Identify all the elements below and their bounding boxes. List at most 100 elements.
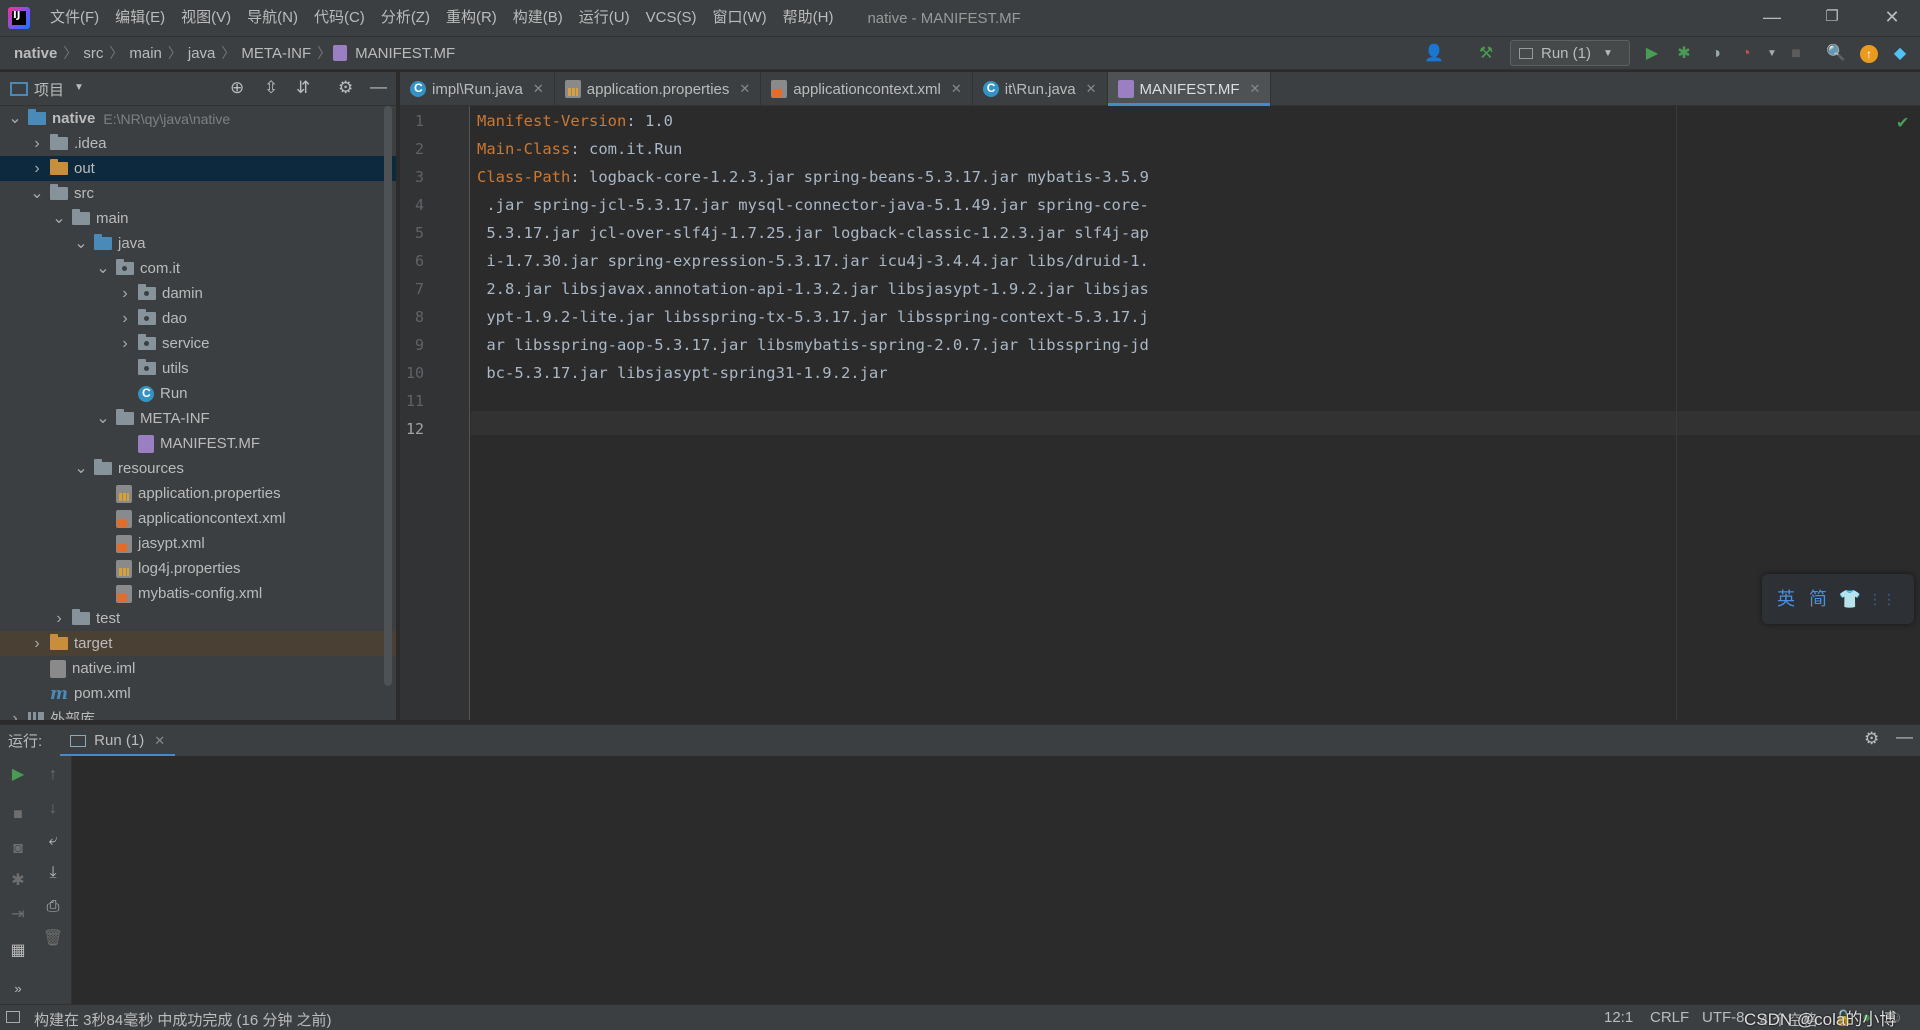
status-message[interactable]: 构建在 3秒84毫秒 中成功完成 (16 分钟 之前) <box>34 1009 332 1030</box>
tree-item[interactable]: ⌄ resources <box>0 456 396 481</box>
tree-item[interactable]: › .idea <box>0 131 396 156</box>
close-icon[interactable]: ✕ <box>154 733 165 749</box>
close-icon[interactable]: ✕ <box>951 81 962 97</box>
code-line[interactable]: ypt-1.9.2-lite.jar libsspring-tx-5.3.17.… <box>477 308 1149 326</box>
chevron-down-icon[interactable]: ⌄ <box>96 410 110 426</box>
locate-file-icon[interactable]: ⊕ <box>230 78 244 98</box>
no-problems-check-icon[interactable]: ✔ <box>1896 113 1909 133</box>
tree-item[interactable]: mybatis-config.xml <box>0 581 396 606</box>
run-tab[interactable]: Run (1) ✕ <box>60 725 176 757</box>
code-line[interactable]: .jar spring-jcl-5.3.17.jar mysql-connect… <box>477 196 1149 214</box>
more-icon[interactable]: » <box>7 978 29 1000</box>
chevron-down-icon[interactable]: ⌄ <box>74 460 88 476</box>
run-config-dropdown[interactable]: Run (1) ▼ <box>1510 40 1630 66</box>
chevron-right-icon[interactable]: › <box>8 710 22 720</box>
tree-item[interactable]: ⌄ native E:\NR\qy\java\native <box>0 106 396 131</box>
menu-window[interactable]: 窗口(W) <box>704 0 774 36</box>
breadcrumb-main[interactable]: main <box>125 45 166 62</box>
menu-edit[interactable]: 编辑(E) <box>107 0 173 36</box>
chevron-right-icon[interactable]: › <box>30 635 44 651</box>
tab-application-properties[interactable]: application.properties ✕ <box>555 72 762 106</box>
gear-icon[interactable]: ⚙ <box>1864 729 1879 749</box>
print-icon[interactable]: ⎙ <box>42 896 64 918</box>
breadcrumb-manifest[interactable]: MANIFEST.MF <box>351 45 459 62</box>
menu-analyze[interactable]: 分析(Z) <box>373 0 438 36</box>
tree-item[interactable]: ⌄ main <box>0 206 396 231</box>
run-console[interactable] <box>72 756 1920 1004</box>
close-icon[interactable]: ✕ <box>1250 81 1261 97</box>
tree-item[interactable]: › target <box>0 631 396 656</box>
gear-icon[interactable]: ⚙ <box>338 78 353 98</box>
tree-item[interactable]: › damin <box>0 281 396 306</box>
debug-settings-icon[interactable]: ✱ <box>7 870 29 892</box>
chevron-right-icon[interactable]: › <box>30 160 44 176</box>
menu-vcs[interactable]: VCS(S) <box>638 0 705 36</box>
menu-navigate[interactable]: 导航(N) <box>239 0 306 36</box>
breadcrumb-meta-inf[interactable]: META-INF <box>237 45 315 62</box>
tree-item[interactable]: log4j.properties <box>0 556 396 581</box>
trash-icon[interactable]: 🗑 <box>42 928 64 950</box>
tree-item[interactable]: › out <box>0 156 396 181</box>
menu-build[interactable]: 构建(B) <box>505 0 571 36</box>
tree-item[interactable]: Run <box>0 381 396 406</box>
caret-position[interactable]: 12:1 <box>1604 1009 1633 1026</box>
user-account-icon[interactable]: 👤 <box>1424 44 1444 64</box>
jetbrains-toolbox-icon[interactable]: ◆ <box>1890 44 1910 64</box>
tree-item[interactable]: ⌄ com.it <box>0 256 396 281</box>
tab-it-run-java[interactable]: it\Run.java ✕ <box>973 72 1108 106</box>
tree-item[interactable]: utils <box>0 356 396 381</box>
chevron-right-icon[interactable]: › <box>52 610 66 626</box>
expand-all-icon[interactable]: ⇳ <box>264 78 278 98</box>
hide-panel-icon[interactable]: — <box>1896 727 1913 747</box>
tab-manifest-mf[interactable]: MANIFEST.MF ✕ <box>1107 72 1272 106</box>
breadcrumb-native[interactable]: native <box>10 45 61 62</box>
tree-item[interactable]: ⌄ src <box>0 181 396 206</box>
breadcrumb-java[interactable]: java <box>184 45 220 62</box>
line-separator[interactable]: CRLF <box>1650 1009 1689 1026</box>
tree-item[interactable]: › test <box>0 606 396 631</box>
stop-icon[interactable]: ■ <box>7 804 29 826</box>
chevron-down-icon[interactable]: ⌄ <box>30 185 44 201</box>
tree-item[interactable]: ⌄ META-INF <box>0 406 396 431</box>
code-line[interactable]: 5.3.17.jar jcl-over-slf4j-1.7.25.jar log… <box>477 224 1149 242</box>
layout-icon[interactable]: ▦ <box>7 940 29 962</box>
chevron-right-icon[interactable]: › <box>118 310 132 326</box>
chevron-down-icon[interactable]: ⌄ <box>52 210 66 226</box>
chevron-down-icon[interactable]: ▼ <box>74 82 84 93</box>
tree-item[interactable]: jasypt.xml <box>0 531 396 556</box>
ime-more-icon[interactable]: ⋮⋮ <box>1866 583 1898 615</box>
scroll-up-icon[interactable]: ↑ <box>42 764 64 786</box>
exit-icon[interactable]: ⇥ <box>7 904 29 926</box>
chevron-right-icon[interactable]: › <box>118 335 132 351</box>
camera-icon[interactable]: ◙ <box>7 838 29 860</box>
close-icon[interactable]: ✕ <box>739 81 750 97</box>
coverage-icon[interactable]: ◑ <box>1706 44 1726 64</box>
build-hammer-icon[interactable]: ⚒ <box>1476 44 1496 64</box>
run-icon[interactable]: ▶ <box>1642 44 1662 64</box>
code-line[interactable]: 2.8.jar libsjavax.annotation-api-1.3.2.j… <box>477 280 1149 298</box>
debug-icon[interactable]: ✱ <box>1674 44 1694 64</box>
code-line[interactable]: i-1.7.30.jar spring-expression-5.3.17.ja… <box>477 252 1149 270</box>
ime-language-button[interactable]: 英 <box>1770 583 1802 615</box>
menu-refactor[interactable]: 重构(R) <box>438 0 505 36</box>
hide-panel-icon[interactable]: — <box>370 77 387 97</box>
close-icon[interactable]: ✕ <box>533 81 544 97</box>
tree-item[interactable]: application.properties <box>0 481 396 506</box>
chevron-down-icon[interactable]: ⌄ <box>74 235 88 251</box>
update-icon[interactable]: ↑ <box>1860 45 1878 63</box>
rerun-icon[interactable]: ▶ <box>7 764 29 786</box>
close-button[interactable]: ✕ <box>1862 0 1920 36</box>
close-icon[interactable]: ✕ <box>1086 81 1097 97</box>
tree-item[interactable]: › 外部库 <box>0 706 396 720</box>
tree-item[interactable]: ⌄ java <box>0 231 396 256</box>
tree-item[interactable]: MANIFEST.MF <box>0 431 396 456</box>
chevron-down-icon[interactable]: ⌄ <box>96 260 110 276</box>
tree-item[interactable]: › service <box>0 331 396 356</box>
chevron-down-icon[interactable]: ⌄ <box>8 110 22 126</box>
menu-file[interactable]: 文件(F) <box>42 0 107 36</box>
chevron-right-icon[interactable]: › <box>30 135 44 151</box>
soft-wrap-icon[interactable]: ⤶ <box>42 830 64 852</box>
ime-skin-icon[interactable]: 👕 <box>1834 583 1866 615</box>
chevron-right-icon[interactable]: › <box>118 285 132 301</box>
project-panel-title[interactable]: 项目 <box>34 79 64 100</box>
